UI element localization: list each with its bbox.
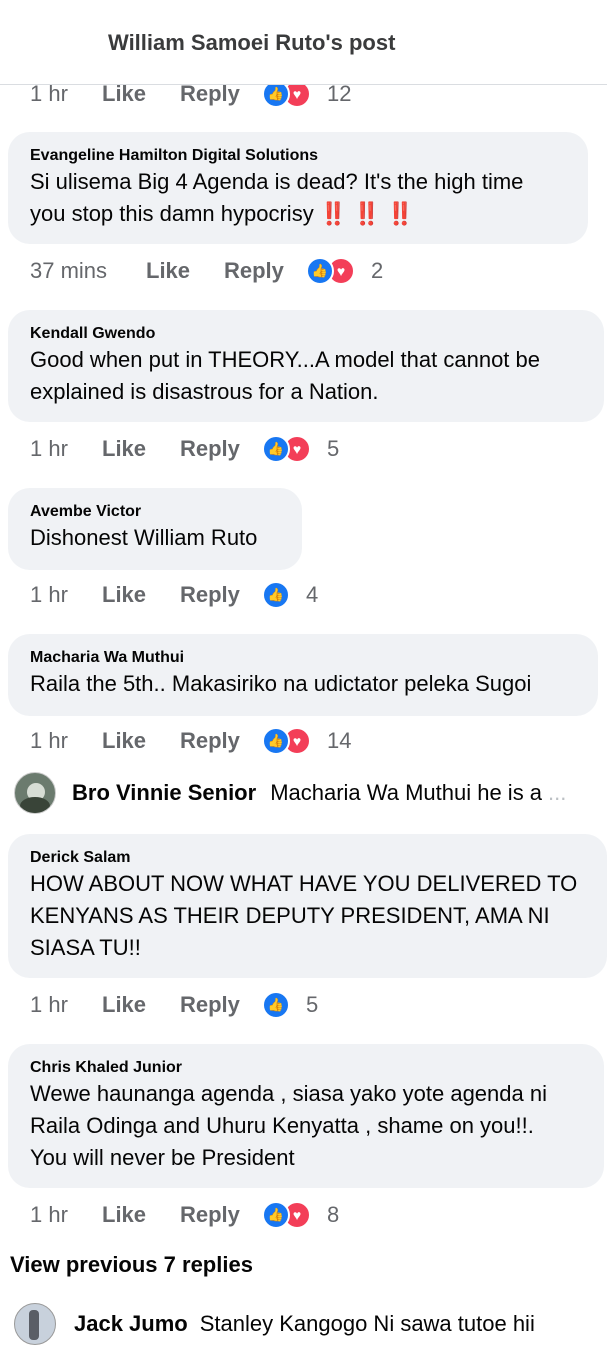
- comment-time: 1 hr: [30, 992, 68, 1017]
- comment-actions: 1 hr Like Reply 👍 4: [30, 580, 318, 610]
- comment-time: 1 hr: [30, 1202, 68, 1227]
- reactions[interactable]: 👍: [262, 991, 290, 1019]
- comment-actions: 1 hr Like Reply 👍 ♥ 14: [30, 726, 351, 756]
- reactions[interactable]: 👍: [262, 581, 290, 609]
- reactions[interactable]: 👍 ♥: [262, 1201, 311, 1229]
- thumbs-up-icon: 👍: [262, 1201, 290, 1229]
- comment-actions: 1 hr Like Reply 👍 ♥ 8: [30, 1200, 339, 1230]
- like-button[interactable]: Like: [102, 436, 180, 462]
- comment-bubble: Evangeline Hamilton Digital Solutions Si…: [8, 132, 588, 244]
- like-button[interactable]: Like: [102, 582, 180, 608]
- comment-text-line: You will never be President: [30, 1145, 295, 1170]
- thumbs-up-icon: 👍: [262, 435, 290, 463]
- comment-time: 1 hr: [30, 436, 68, 461]
- comment-text-line: Wewe haunanga agenda , siasa yako yote a…: [30, 1081, 547, 1106]
- comment-author[interactable]: Avembe Victor: [30, 502, 282, 522]
- thumbs-up-icon: 👍: [262, 727, 290, 755]
- reply-text: Stanley Kangogo Ni sawa tutoe hii: [199, 1311, 535, 1336]
- comment-actions: 37 mins Like Reply 👍 ♥ 2: [30, 256, 383, 286]
- thumbs-up-icon: 👍: [262, 991, 290, 1019]
- comment-author[interactable]: Kendall Gwendo: [30, 324, 584, 344]
- reply-preview[interactable]: Jack Jumo Stanley Kangogo Ni sawa tutoe …: [14, 1302, 607, 1346]
- reaction-count: 14: [327, 728, 352, 753]
- reaction-count: 4: [306, 582, 319, 607]
- comment-time: 1 hr: [30, 582, 68, 607]
- reply-button[interactable]: Reply: [180, 1202, 262, 1228]
- reaction-count: 2: [371, 258, 384, 283]
- reaction-count: 5: [306, 992, 319, 1017]
- reply-button[interactable]: Reply: [180, 992, 262, 1018]
- comment-text-line: HOW ABOUT NOW WHAT HAVE YOU DELIVERED TO: [30, 871, 578, 896]
- reply-ellipsis: ...: [548, 780, 567, 805]
- reply-author[interactable]: Jack Jumo: [74, 1311, 188, 1337]
- view-previous-replies-link[interactable]: View previous 7 replies: [10, 1252, 253, 1278]
- comment-actions: 1 hr Like Reply 👍 ♥ 5: [30, 434, 339, 464]
- avatar[interactable]: [14, 1303, 56, 1345]
- comment-text-line: KENYANS AS THEIR DEPUTY PRESIDENT, AMA N…: [30, 903, 550, 928]
- comment-text-line: SIASA TU!!: [30, 935, 141, 960]
- reply-author[interactable]: Bro Vinnie Senior: [72, 780, 256, 806]
- reply-button[interactable]: Reply: [180, 728, 262, 754]
- comment-text-line: Si ulisema Big 4 Agenda is dead? It's th…: [30, 169, 524, 194]
- like-button[interactable]: Like: [102, 1202, 180, 1228]
- post-header: William Samoei Ruto's post: [0, 0, 607, 85]
- reaction-count: 8: [327, 1202, 340, 1227]
- comment-bubble: Avembe Victor Dishonest William Ruto: [8, 488, 302, 570]
- comment-author[interactable]: Chris Khaled Junior: [30, 1058, 584, 1078]
- thumbs-up-icon: 👍: [262, 581, 290, 609]
- avatar[interactable]: [14, 772, 56, 814]
- comment-text-line: you stop this damn hypocrisy ‼️ ‼️ ‼️: [30, 201, 415, 226]
- reply-button[interactable]: Reply: [180, 436, 262, 462]
- comment-bubble: Macharia Wa Muthui Raila the 5th.. Makas…: [8, 634, 598, 716]
- post-title: William Samoei Ruto's post: [108, 30, 396, 55]
- like-button[interactable]: Like: [146, 258, 224, 284]
- comment-text-line: Dishonest William Ruto: [30, 525, 258, 550]
- reply-button[interactable]: Reply: [224, 258, 306, 284]
- comment-author[interactable]: Evangeline Hamilton Digital Solutions: [30, 146, 568, 166]
- reactions[interactable]: 👍 ♥: [306, 257, 355, 285]
- reactions[interactable]: 👍 ♥: [262, 727, 311, 755]
- comment-bubble: Chris Khaled Junior Wewe haunanga agenda…: [8, 1044, 604, 1188]
- comment-text-line: Good when put in THEORY...A model that c…: [30, 347, 540, 372]
- reply-preview[interactable]: Bro Vinnie Senior Macharia Wa Muthui he …: [14, 772, 607, 814]
- comment-text-line: Raila Odinga and Uhuru Kenyatta , shame …: [30, 1113, 534, 1138]
- comment-bubble: Kendall Gwendo Good when put in THEORY..…: [8, 310, 604, 422]
- comment-time: 1 hr: [30, 728, 68, 753]
- reply-text: Macharia Wa Muthui he is a: [270, 780, 543, 805]
- reactions[interactable]: 👍 ♥: [262, 435, 311, 463]
- comment-bubble: Derick Salam HOW ABOUT NOW WHAT HAVE YOU…: [8, 834, 607, 978]
- comment-text-line: Raila the 5th.. Makasiriko na udictator …: [30, 671, 532, 696]
- reaction-count: 5: [327, 436, 340, 461]
- comment-author[interactable]: Macharia Wa Muthui: [30, 648, 578, 668]
- comment-author[interactable]: Derick Salam: [30, 848, 587, 868]
- comment-time: 37 mins: [30, 258, 108, 283]
- like-button[interactable]: Like: [102, 728, 180, 754]
- reply-button[interactable]: Reply: [180, 582, 262, 608]
- like-button[interactable]: Like: [102, 992, 180, 1018]
- thumbs-up-icon: 👍: [306, 257, 334, 285]
- comment-text-line: explained is disastrous for a Nation.: [30, 379, 379, 404]
- comment-actions: 1 hr Like Reply 👍 5: [30, 990, 318, 1020]
